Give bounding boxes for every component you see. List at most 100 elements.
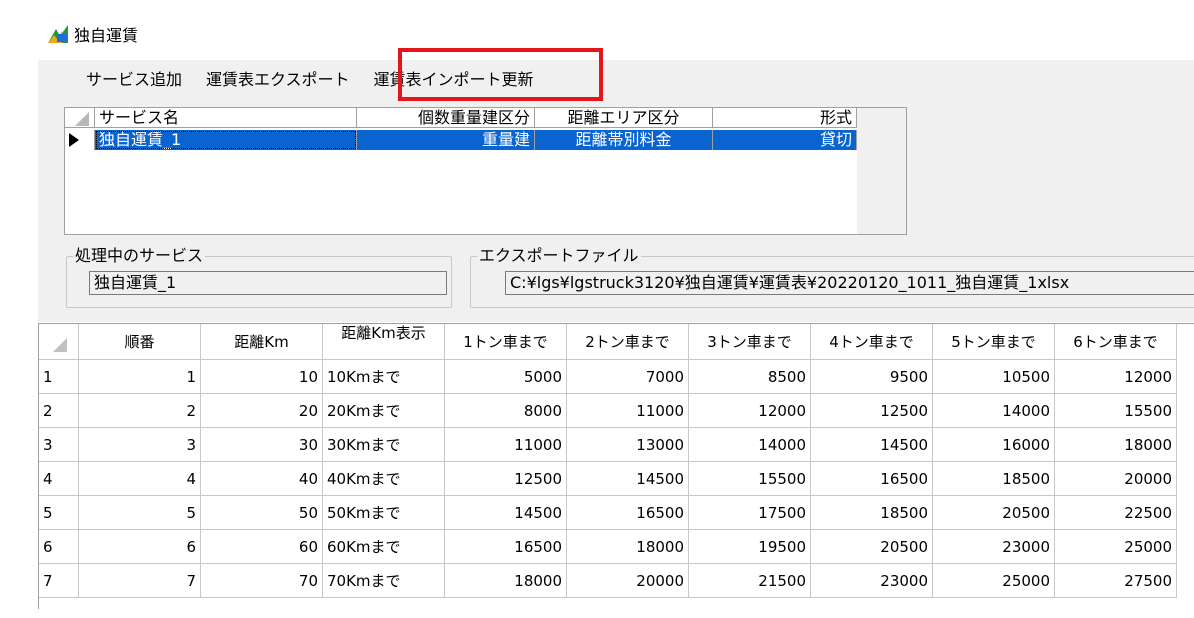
cell-4ton[interactable]: 20500 [811,530,933,564]
cell-3ton[interactable]: 14000 [689,428,811,462]
col-5ton[interactable]: 5トン車まで [933,324,1055,360]
cell-3ton[interactable]: 17500 [689,496,811,530]
cell-6ton[interactable]: 27500 [1055,564,1177,598]
cell-distance-km[interactable]: 60 [201,530,323,564]
cell-5ton[interactable]: 16000 [933,428,1055,462]
cell-1ton[interactable]: 11000 [445,428,567,462]
menu-add-service[interactable]: サービス追加 [82,66,186,94]
rate-table-grid[interactable]: 順番 距離Km 距離Km表示 1トン車まで 2トン車まで 3トン車まで 4トン車… [38,323,1194,609]
col-6ton[interactable]: 6トン車まで [1055,324,1177,360]
table-row[interactable]: 3 3 30 30Kmまで 11000 13000 14000 14500 16000 18000 [39,428,1177,462]
cell-6ton[interactable]: 22500 [1055,496,1177,530]
table-row[interactable]: 1 1 10 10Kmまで 5000 7000 8500 9500 10500 12000 [39,360,1177,394]
cell-4ton[interactable]: 23000 [811,564,933,598]
cell-4ton[interactable]: 12500 [811,394,933,428]
table-row[interactable]: 7 7 70 70Kmまで 18000 20000 21500 23000 25000 27500 [39,564,1177,598]
cell-distance-km[interactable]: 20 [201,394,323,428]
menu-export-rate-table[interactable]: 運賃表エクスポート [202,66,354,94]
cell-service-name[interactable]: 独自運賃_1 [95,130,357,150]
cell-5ton[interactable]: 18500 [933,462,1055,496]
col-4ton[interactable]: 4トン車まで [811,324,933,360]
cell-6ton[interactable]: 15500 [1055,394,1177,428]
row-header[interactable]: 2 [39,394,79,428]
cell-5ton[interactable]: 20500 [933,496,1055,530]
cell-4ton[interactable]: 18500 [811,496,933,530]
cell-2ton[interactable]: 16500 [567,496,689,530]
cell-order[interactable]: 3 [79,428,201,462]
cell-1ton[interactable]: 12500 [445,462,567,496]
cell-distance-km[interactable]: 10 [201,360,323,394]
services-row[interactable]: 独自運賃_1 重量建 距離帯別料金 貸切 [65,130,857,150]
cell-order[interactable]: 2 [79,394,201,428]
cell-1ton[interactable]: 16500 [445,530,567,564]
col-1ton[interactable]: 1トン車まで [445,324,567,360]
cell-3ton[interactable]: 8500 [689,360,811,394]
services-table[interactable]: サービス名 個数重量建区分 距離エリア区分 形式 独自運賃_1 重量建 距離帯別… [64,107,907,235]
cell-distance-km[interactable]: 70 [201,564,323,598]
cell-2ton[interactable]: 7000 [567,360,689,394]
col-format[interactable]: 形式 [713,108,857,128]
cell-6ton[interactable]: 25000 [1055,530,1177,564]
cell-4ton[interactable]: 14500 [811,428,933,462]
col-distance-km[interactable]: 距離Km [201,324,323,360]
cell-order[interactable]: 5 [79,496,201,530]
cell-1ton[interactable]: 18000 [445,564,567,598]
cell-order[interactable]: 7 [79,564,201,598]
cell-5ton[interactable]: 14000 [933,394,1055,428]
export-file-field[interactable]: C:¥lgs¥lgstruck3120¥独自運賃¥運賃表¥20220120_10… [505,271,1194,295]
row-header[interactable]: 7 [39,564,79,598]
cell-distance-km[interactable]: 30 [201,428,323,462]
row-selector[interactable] [65,130,95,150]
cell-4ton[interactable]: 9500 [811,360,933,394]
cell-6ton[interactable]: 12000 [1055,360,1177,394]
cell-format[interactable]: 貸切 [713,130,857,150]
row-header[interactable]: 5 [39,496,79,530]
col-3ton[interactable]: 3トン車まで [689,324,811,360]
cell-count-weight-type[interactable]: 重量建 [357,130,535,150]
col-count-weight-type[interactable]: 個数重量建区分 [357,108,535,128]
col-2ton[interactable]: 2トン車まで [567,324,689,360]
cell-1ton[interactable]: 8000 [445,394,567,428]
cell-5ton[interactable]: 10500 [933,360,1055,394]
cell-distance-km-display[interactable]: 30Kmまで [323,428,445,462]
cell-order[interactable]: 1 [79,360,201,394]
cell-5ton[interactable]: 23000 [933,530,1055,564]
cell-3ton[interactable]: 21500 [689,564,811,598]
col-service-name[interactable]: サービス名 [95,108,357,128]
row-header[interactable]: 4 [39,462,79,496]
cell-distance-km-display[interactable]: 20Kmまで [323,394,445,428]
row-header[interactable]: 1 [39,360,79,394]
cell-2ton[interactable]: 14500 [567,462,689,496]
cell-6ton[interactable]: 20000 [1055,462,1177,496]
cell-distance-km-display[interactable]: 70Kmまで [323,564,445,598]
cell-distance-area-type[interactable]: 距離帯別料金 [535,130,713,150]
cell-1ton[interactable]: 5000 [445,360,567,394]
cell-2ton[interactable]: 11000 [567,394,689,428]
row-header[interactable]: 6 [39,530,79,564]
cell-distance-km[interactable]: 40 [201,462,323,496]
cell-5ton[interactable]: 25000 [933,564,1055,598]
cell-3ton[interactable]: 19500 [689,530,811,564]
cell-2ton[interactable]: 13000 [567,428,689,462]
col-distance-area-type[interactable]: 距離エリア区分 [535,108,713,128]
col-order[interactable]: 順番 [79,324,201,360]
cell-distance-km[interactable]: 50 [201,496,323,530]
cell-1ton[interactable]: 14500 [445,496,567,530]
cell-2ton[interactable]: 18000 [567,530,689,564]
col-distance-km-display[interactable]: 距離Km表示 [323,324,445,360]
cell-6ton[interactable]: 18000 [1055,428,1177,462]
cell-order[interactable]: 4 [79,462,201,496]
cell-distance-km-display[interactable]: 50Kmまで [323,496,445,530]
cell-order[interactable]: 6 [79,530,201,564]
cell-3ton[interactable]: 12000 [689,394,811,428]
row-header[interactable]: 3 [39,428,79,462]
processing-service-field[interactable]: 独自運賃_1 [89,271,447,295]
cell-distance-km-display[interactable]: 60Kmまで [323,530,445,564]
menu-import-update-rate-table[interactable]: 運賃表インポート更新 [370,66,538,94]
table-row[interactable]: 4 4 40 40Kmまで 12500 14500 15500 16500 18500 20000 [39,462,1177,496]
table-row[interactable]: 2 2 20 20Kmまで 8000 11000 12000 12500 14000 15500 [39,394,1177,428]
cell-2ton[interactable]: 20000 [567,564,689,598]
cell-3ton[interactable]: 15500 [689,462,811,496]
cell-4ton[interactable]: 16500 [811,462,933,496]
table-row[interactable]: 6 6 60 60Kmまで 16500 18000 19500 20500 23000 25000 [39,530,1177,564]
